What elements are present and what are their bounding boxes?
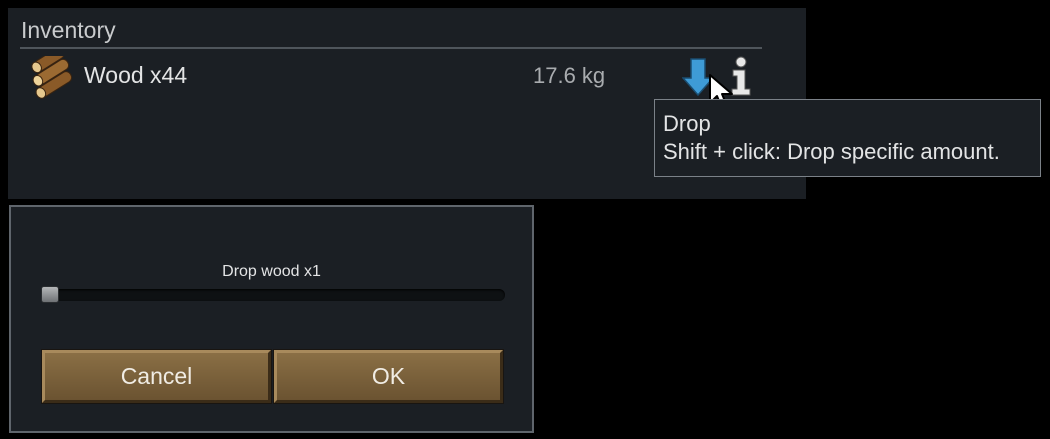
item-mass: 17.6 kg xyxy=(533,63,606,88)
slider-label: Drop wood x1 xyxy=(222,263,321,280)
wood-logs-icon xyxy=(24,47,78,102)
amount-slider-track[interactable] xyxy=(43,289,505,301)
amount-slider-handle[interactable] xyxy=(41,286,59,303)
drop-amount-dialog: Drop wood x1 Cancel OK xyxy=(9,205,534,433)
inventory-divider xyxy=(20,47,762,49)
tooltip-title: Drop xyxy=(663,111,711,136)
item-name: Wood x44 xyxy=(84,62,188,88)
cancel-button[interactable]: Cancel xyxy=(42,350,271,403)
inventory-title: Inventory xyxy=(21,17,116,43)
tooltip-description: Shift + click: Drop specific amount. xyxy=(663,139,1000,164)
drop-tooltip: Drop Shift + click: Drop specific amount… xyxy=(654,99,1041,177)
ok-button[interactable]: OK xyxy=(274,350,503,403)
